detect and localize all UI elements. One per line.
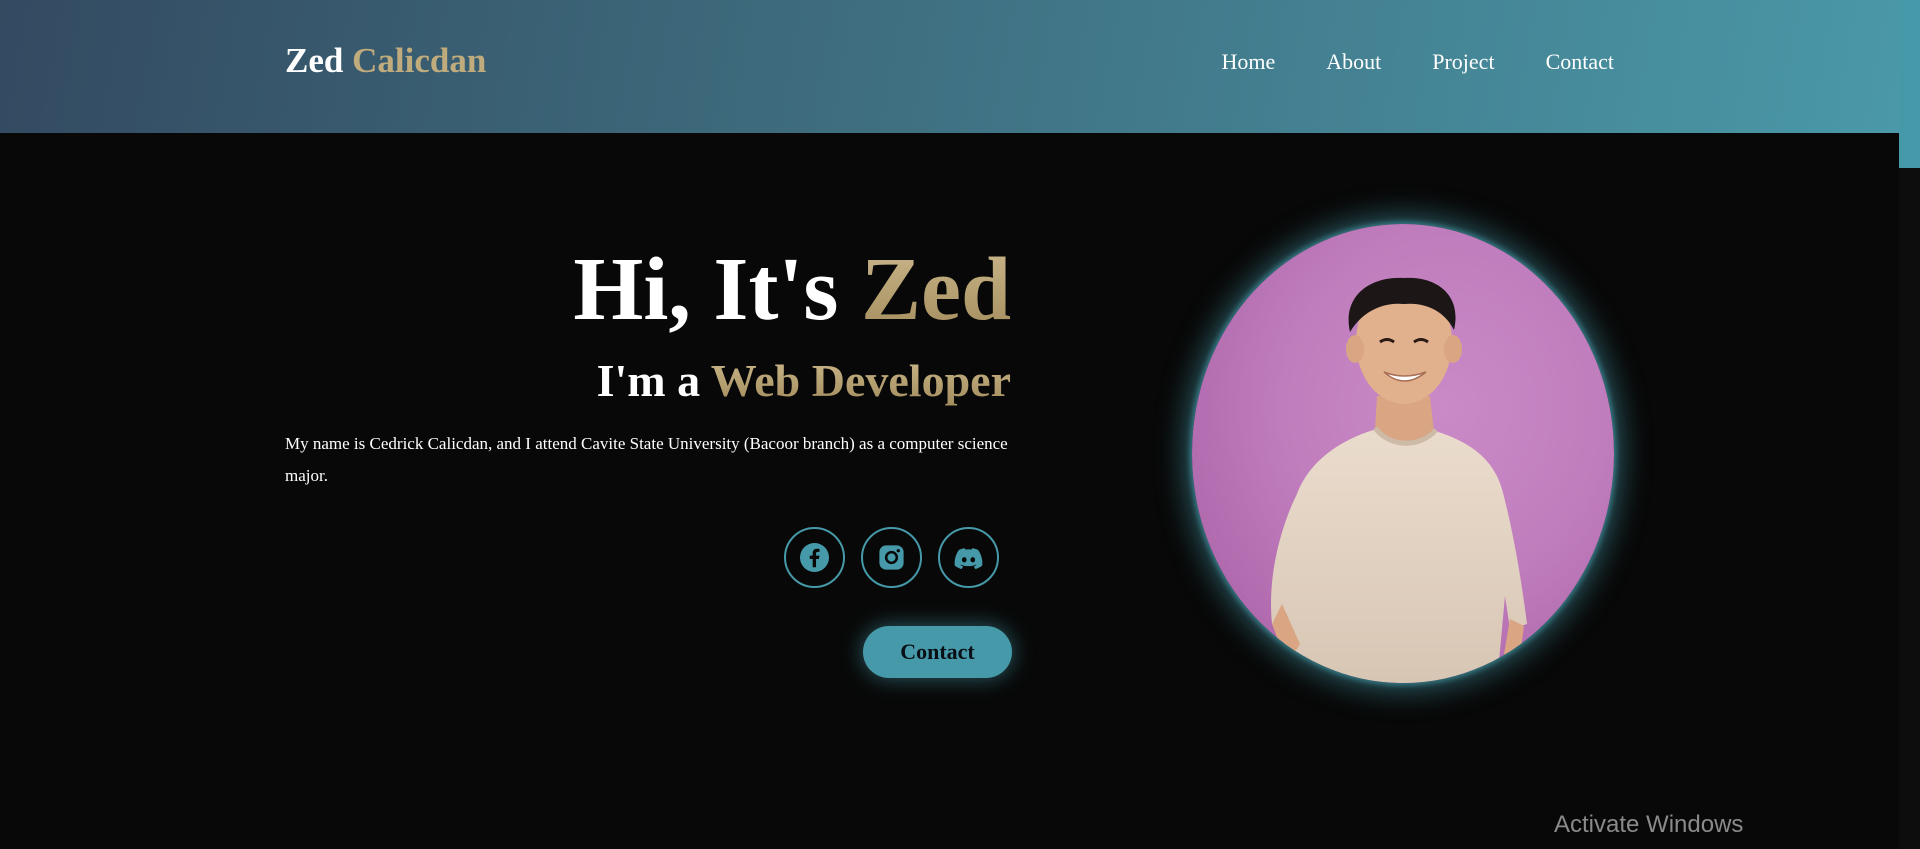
scrollbar-thumb[interactable] bbox=[1899, 0, 1920, 168]
profile-photo bbox=[1192, 224, 1614, 683]
main-nav: Home About Project Contact bbox=[1221, 49, 1614, 75]
nav-about[interactable]: About bbox=[1326, 49, 1381, 75]
nav-contact[interactable]: Contact bbox=[1546, 49, 1614, 75]
facebook-icon bbox=[799, 542, 830, 573]
hero-greeting: Hi, It's Zed bbox=[285, 245, 1011, 335]
nav-home[interactable]: Home bbox=[1221, 49, 1275, 75]
nav-project[interactable]: Project bbox=[1432, 49, 1494, 75]
instagram-link[interactable] bbox=[861, 527, 922, 588]
os-activation-watermark: Activate Windows bbox=[1554, 811, 1744, 838]
site-header: Zed Calicdan Home About Project Contact bbox=[0, 0, 1899, 133]
logo-last-name: Calicdan bbox=[352, 41, 487, 80]
instagram-icon bbox=[879, 545, 904, 570]
discord-link[interactable] bbox=[938, 527, 999, 588]
social-links bbox=[784, 527, 999, 588]
hero-name: Zed bbox=[860, 240, 1011, 339]
greeting-text: Hi, It's bbox=[573, 240, 839, 339]
hero-role: I'm a Web Developer bbox=[285, 358, 1011, 404]
facebook-link[interactable] bbox=[784, 527, 845, 588]
page-scrollbar[interactable] bbox=[1899, 0, 1920, 849]
site-logo[interactable]: Zed Calicdan bbox=[285, 41, 486, 81]
hero-description: My name is Cedrick Calicdan, and I atten… bbox=[285, 434, 1008, 485]
role-title: Web Developer bbox=[710, 355, 1011, 406]
logo-first-name: Zed bbox=[285, 41, 344, 80]
role-prefix: I'm a bbox=[596, 355, 701, 406]
contact-button[interactable]: Contact bbox=[863, 626, 1012, 678]
discord-icon bbox=[954, 548, 983, 570]
